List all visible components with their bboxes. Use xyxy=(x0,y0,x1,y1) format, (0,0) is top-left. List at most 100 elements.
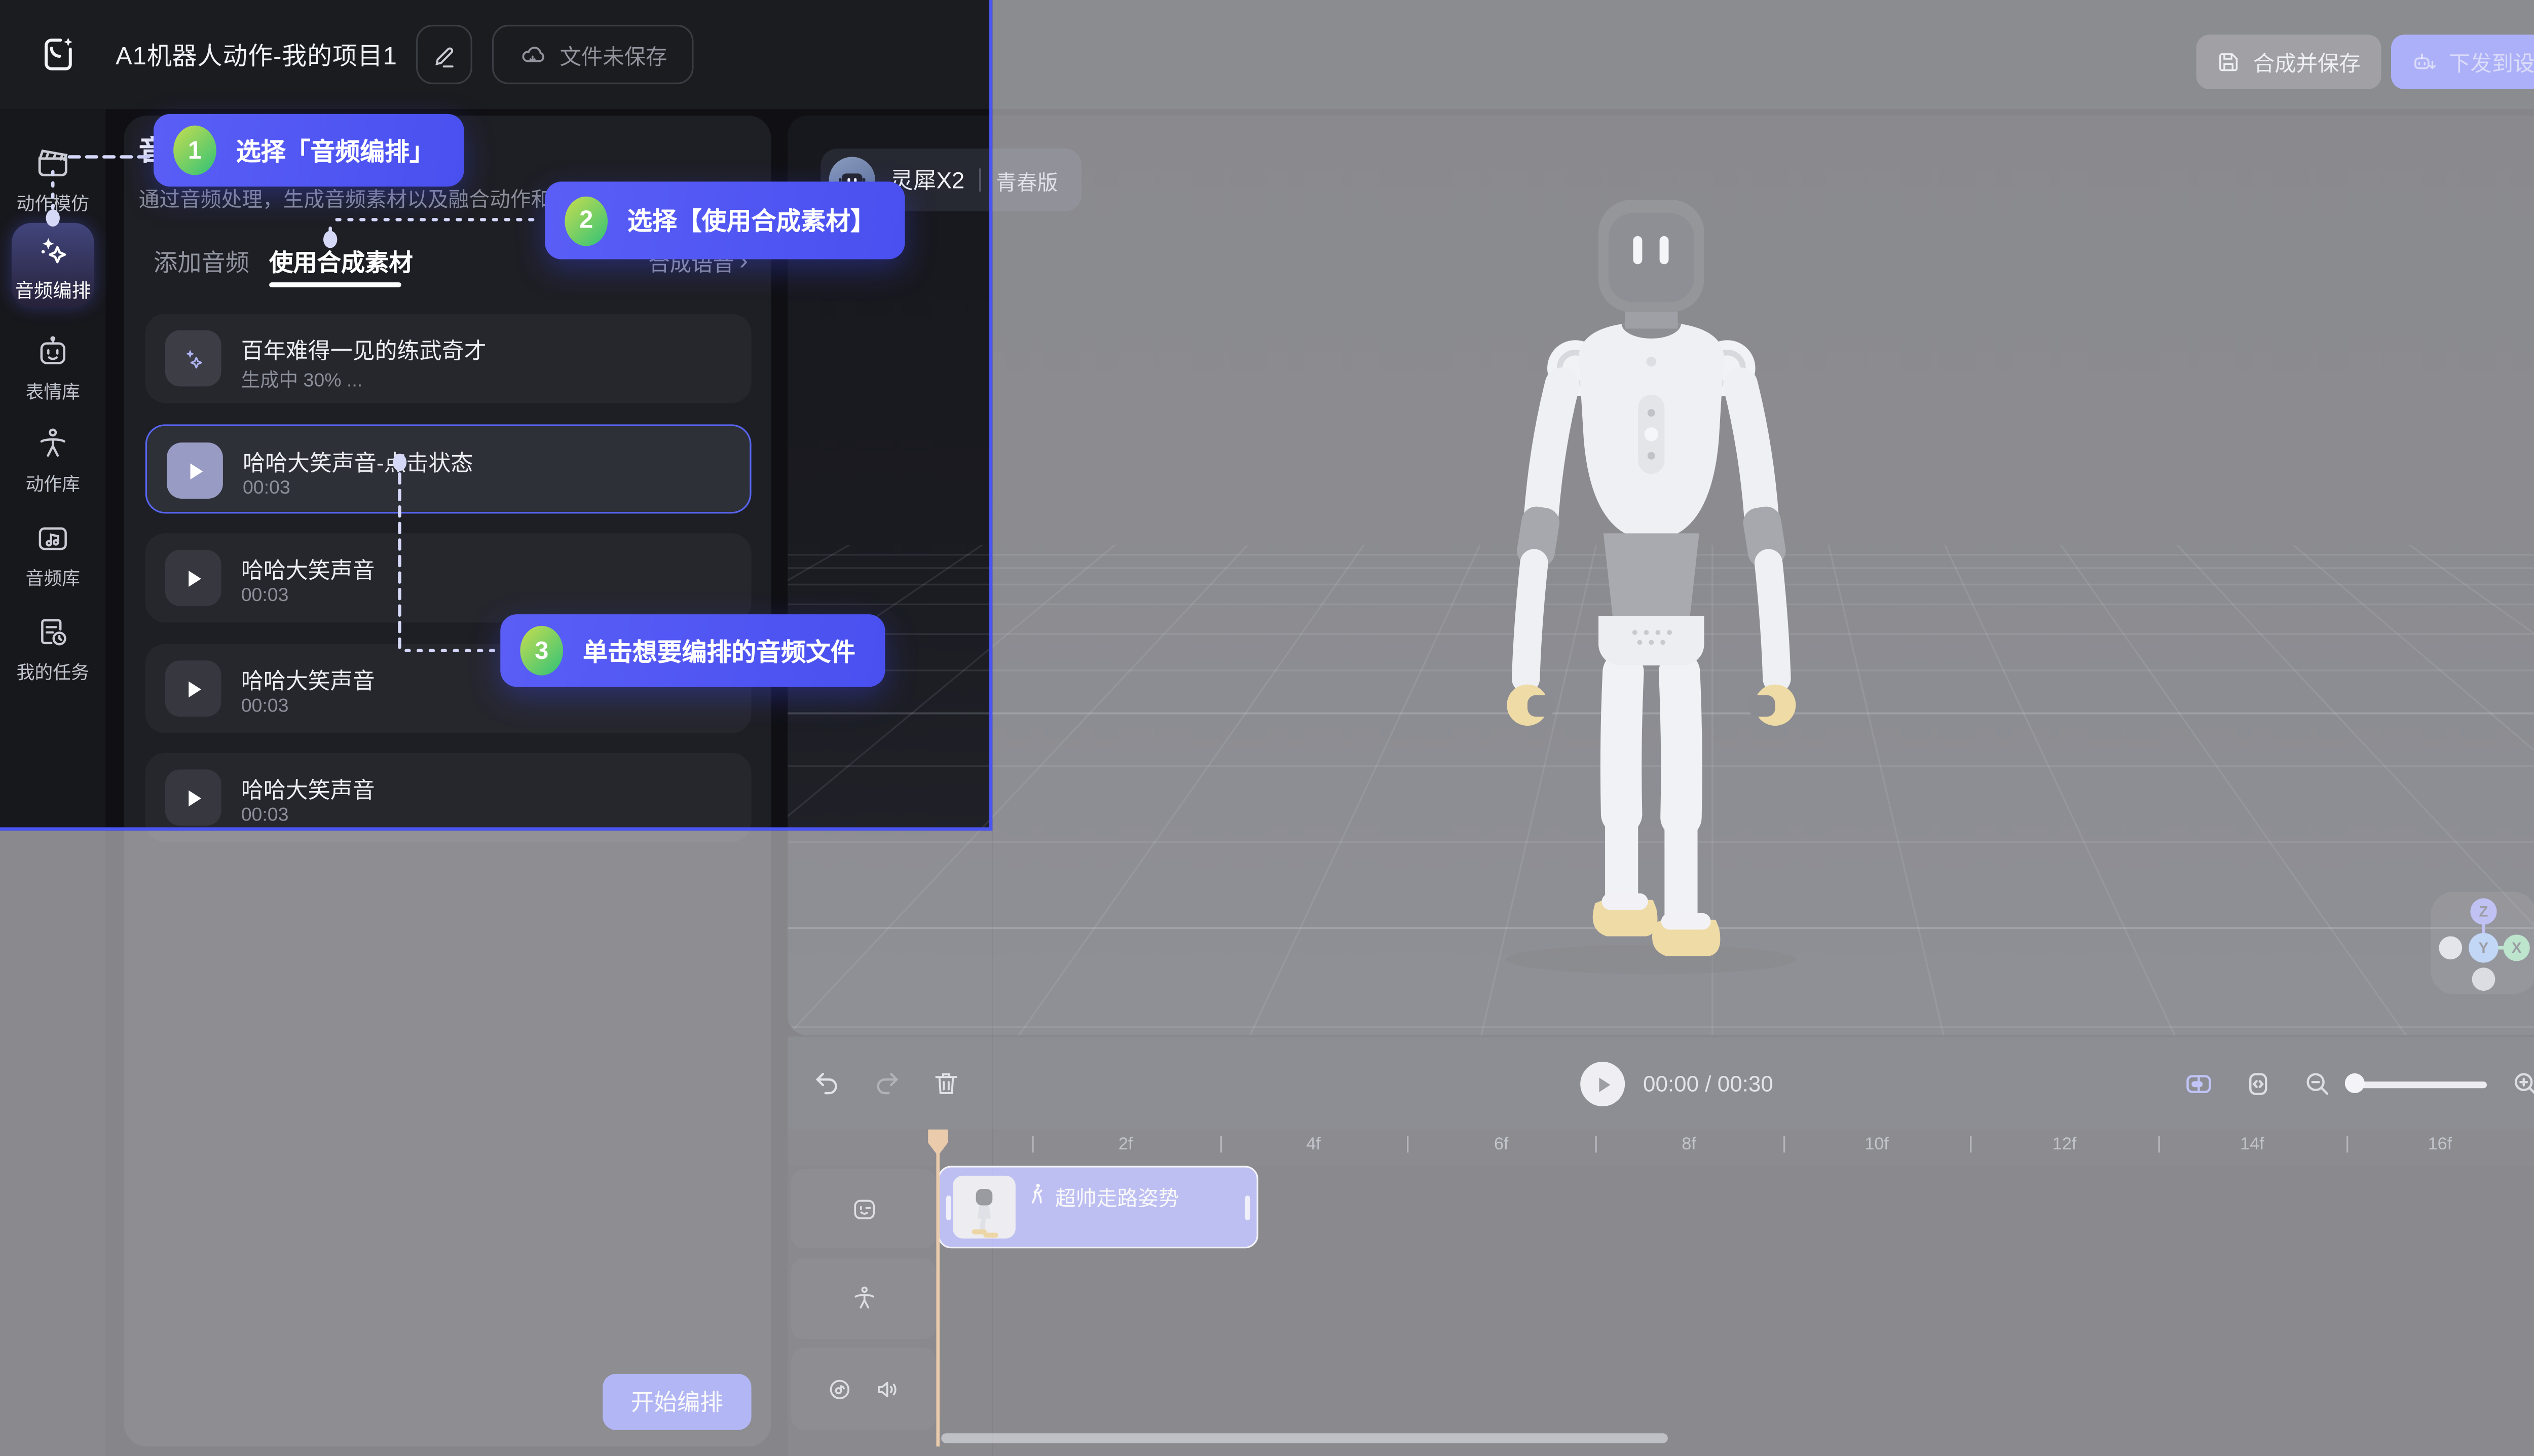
time-display: 00:00 / 00:30 xyxy=(1643,1037,1773,1131)
deploy-label: 下发到设备 xyxy=(2449,46,2534,78)
timeline-zoom-slider[interactable] xyxy=(2352,1081,2487,1088)
clapperboard-icon xyxy=(33,142,72,181)
step-number-badge: 2 xyxy=(565,196,608,245)
ruler-label: 6f xyxy=(1494,1134,1509,1154)
audio-item-duration: 00:03 xyxy=(241,586,289,606)
zoom-in-icon[interactable] xyxy=(2510,1068,2534,1100)
sparkles-icon xyxy=(34,233,71,269)
pencil-icon xyxy=(432,42,457,67)
gizmo-neg-x-axis[interactable] xyxy=(2439,936,2463,959)
play-icon[interactable] xyxy=(167,442,223,499)
gizmo-neg-z-axis[interactable] xyxy=(2472,967,2495,991)
gizmo-y-axis[interactable]: Y xyxy=(2469,933,2499,963)
divider xyxy=(980,168,981,192)
clip-thumbnail xyxy=(953,1176,1016,1239)
app-root: A1机器人动作-我的项目1 文件未保存 xyxy=(0,0,2534,1456)
timeline-tracks: 超帅走路姿势 xyxy=(788,1166,2534,1456)
robot-edition: 青春版 xyxy=(996,164,1058,196)
play-icon[interactable] xyxy=(165,550,221,606)
clip-left-handle[interactable] xyxy=(946,1196,951,1220)
speaker-icon[interactable] xyxy=(874,1375,902,1403)
save-status-button[interactable]: 文件未保存 xyxy=(492,25,694,84)
step-text: 选择「音频编排」 xyxy=(236,133,434,167)
clip-label: 超帅走路姿势 xyxy=(1055,1181,1179,1212)
deploy-button[interactable]: 下发到设备 xyxy=(2391,34,2534,89)
motion-track-header xyxy=(791,1258,937,1339)
play-icon[interactable] xyxy=(165,660,221,717)
audio-item-title: 百年难得一见的练武奇才 xyxy=(241,332,487,365)
audio-item-title: 哈哈大笑声音 xyxy=(241,551,375,584)
playhead-line[interactable] xyxy=(936,1152,939,1446)
fit-timeline-icon[interactable] xyxy=(2243,1068,2274,1100)
timeline-ruler[interactable]: 0f 2f 4f 6f 8f 10f 12f 14f 16f xyxy=(788,1130,2534,1166)
app-logo-icon xyxy=(36,33,80,76)
timeline-clip-walk-pose[interactable]: 超帅走路姿势 xyxy=(938,1166,1258,1248)
sidebar-item-motion-library[interactable]: 动作库 xyxy=(0,426,106,497)
tab-add-audio[interactable]: 添加音频 xyxy=(154,244,249,279)
sidebar-label: 音频库 xyxy=(0,565,106,591)
music-disc-icon xyxy=(826,1375,853,1403)
redo-icon[interactable] xyxy=(872,1068,902,1098)
play-icon[interactable] xyxy=(165,769,221,826)
clip-right-handle[interactable] xyxy=(1245,1196,1250,1220)
ruler-label: 4f xyxy=(1306,1134,1321,1154)
tutorial-step-2: 2 选择【使用合成素材】 xyxy=(545,181,905,259)
zoom-slider-knob[interactable] xyxy=(2345,1073,2365,1093)
audio-item-title: 哈哈大笑声音-点击状态 xyxy=(243,444,473,477)
playback-control-bar: 00:00 / 00:30 xyxy=(788,1035,2534,1130)
audio-item-duration: 00:03 xyxy=(241,697,289,717)
tutorial-step-1: 1 选择「音频编排」 xyxy=(154,114,464,186)
audio-item[interactable]: 哈哈大笑声音 00:03 xyxy=(145,533,752,622)
audio-item-title: 哈哈大笑声音 xyxy=(241,662,375,695)
sidebar-item-audio-arrange[interactable]: 音频编排 xyxy=(12,223,94,307)
rename-button[interactable] xyxy=(416,25,472,84)
robot-download-icon xyxy=(2411,49,2437,75)
sidebar-label: 动作库 xyxy=(0,471,106,497)
tutorial-step-3: 3 单击想要编排的音频文件 xyxy=(500,614,885,687)
timeline-horizontal-scrollbar[interactable] xyxy=(941,1433,1668,1443)
ruler-label: 16f xyxy=(2428,1134,2452,1154)
ruler-label: 14f xyxy=(2240,1134,2264,1154)
sidebar-label: 动作模仿 xyxy=(0,190,106,216)
music-card-icon xyxy=(34,520,71,556)
tab-use-synth-material[interactable]: 使用合成素材 xyxy=(269,244,413,279)
orientation-gizmo[interactable]: Z Y X xyxy=(2431,891,2534,994)
robot-viewport[interactable]: 灵犀X2 青春版 Z Y X xyxy=(788,116,2534,1035)
playhead-flag[interactable] xyxy=(928,1130,948,1156)
cloud-icon xyxy=(518,41,546,68)
sidebar-item-audio-library[interactable]: 音频库 xyxy=(0,520,106,591)
audio-item-progress: 生成中 30% ... xyxy=(241,366,362,393)
floppy-icon xyxy=(2217,50,2242,74)
sidebar-item-expression-library[interactable]: 表情库 xyxy=(0,333,106,404)
gizmo-z-axis[interactable]: Z xyxy=(2470,899,2496,925)
top-bar: A1机器人动作-我的项目1 文件未保存 xyxy=(0,0,2534,109)
sidebar-label: 我的任务 xyxy=(0,659,106,685)
gizmo-x-axis[interactable]: X xyxy=(2504,935,2530,961)
start-arrange-button[interactable]: 开始编排 xyxy=(603,1374,751,1430)
step-text: 选择【使用合成素材】 xyxy=(627,203,875,238)
audio-item-generating[interactable]: 百年难得一见的练武奇才 生成中 30% ... xyxy=(145,314,752,403)
expression-track-header xyxy=(791,1169,937,1248)
tab-active-underline xyxy=(269,282,401,287)
synthesize-save-label: 合成并保存 xyxy=(2253,46,2361,78)
play-button[interactable] xyxy=(1580,1062,1625,1106)
task-list-icon xyxy=(34,614,71,651)
face-track-icon xyxy=(849,1194,877,1222)
audio-item[interactable]: 哈哈大笑声音 00:03 xyxy=(145,753,752,842)
ruler-label: 2f xyxy=(1119,1134,1133,1154)
person-track-icon xyxy=(849,1285,877,1313)
zoom-out-icon[interactable] xyxy=(2302,1068,2333,1100)
sidebar-item-motion-mimic[interactable]: 动作模仿 xyxy=(0,142,106,216)
synthesize-save-button[interactable]: 合成并保存 xyxy=(2196,34,2381,89)
sidebar-label: 表情库 xyxy=(0,378,106,404)
robot-face-icon xyxy=(34,333,71,370)
audio-item-duration: 00:03 xyxy=(243,479,290,499)
undo-icon[interactable] xyxy=(812,1068,842,1098)
sidebar-item-my-tasks[interactable]: 我的任务 xyxy=(0,614,106,685)
sparkle-icon xyxy=(165,330,221,387)
trash-icon[interactable] xyxy=(931,1068,961,1098)
snap-to-timeline-icon[interactable] xyxy=(2183,1068,2214,1100)
audio-item-selected[interactable]: 哈哈大笑声音-点击状态 00:03 xyxy=(145,424,752,513)
audio-track-header xyxy=(791,1348,937,1430)
project-title: A1机器人动作-我的项目1 xyxy=(116,0,397,109)
